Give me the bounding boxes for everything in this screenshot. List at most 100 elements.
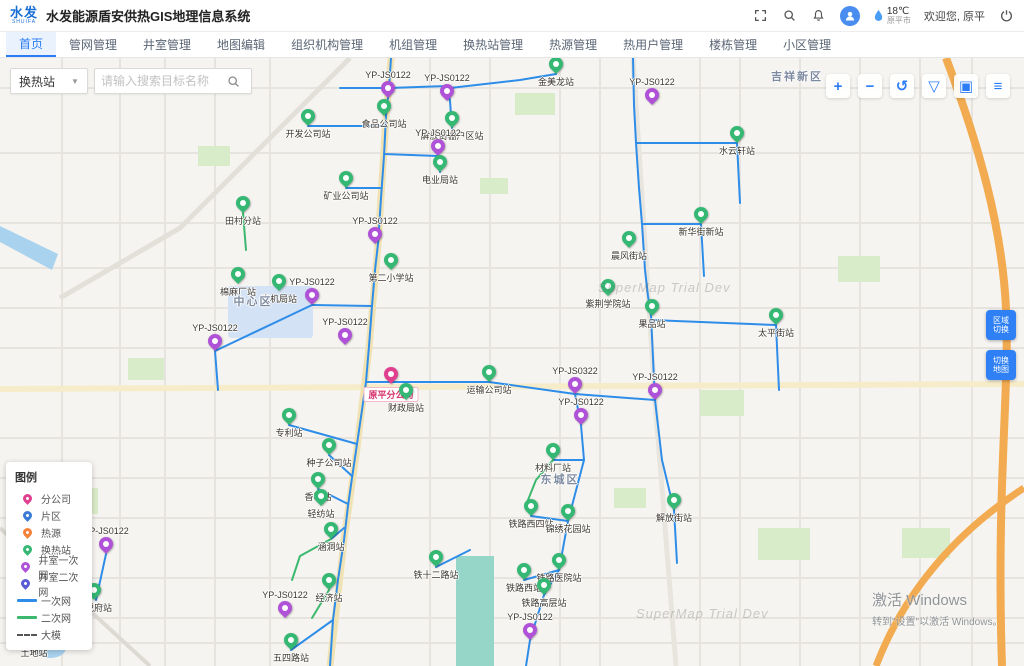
station-pin-icon — [645, 380, 665, 400]
legend-pin-icon — [21, 509, 34, 522]
station-pin-icon — [565, 374, 585, 394]
station-pin-icon — [205, 331, 225, 351]
logo-subtext: SHUIFA — [12, 20, 36, 25]
nav-tab-首页[interactable]: 首页 — [6, 32, 56, 57]
windows-watermark-line2: 转到"设置"以激活 Windows。 — [872, 613, 1002, 628]
station-pin-icon — [426, 547, 446, 567]
station-label: 涵洞站 — [317, 540, 344, 553]
station-pin-icon — [442, 108, 462, 128]
station-label: YP-JS0322 — [552, 366, 598, 376]
zoom-out-button[interactable]: − — [858, 74, 882, 98]
map-controls: +−↺ ▽ ▣ ≡ — [826, 74, 1010, 98]
app-title: 水发能源盾安供热GIS地理信息系统 — [46, 6, 250, 25]
station-pin-icon — [642, 296, 662, 316]
district-label-吉祥新区: 吉祥新区 — [771, 68, 823, 84]
station-label: YP-JS0122 — [558, 397, 604, 407]
station-label: 解放街站 — [656, 511, 692, 524]
region-switch-button[interactable]: 区域切换 — [986, 310, 1016, 340]
station-pin-icon — [381, 250, 401, 270]
station-label: 第二小学站 — [368, 271, 413, 284]
station-label: 经济站 — [315, 591, 342, 604]
legend-line-icon — [17, 599, 37, 602]
station-pin-icon — [727, 123, 747, 143]
temperature-label: 18℃ — [887, 6, 911, 17]
nav-tab-小区管理[interactable]: 小区管理 — [770, 32, 844, 57]
station-pin-icon — [571, 405, 591, 425]
station-pin-icon — [302, 285, 322, 305]
side-buttons: 区域切换切换地图 — [986, 310, 1016, 390]
station-pin-icon — [766, 305, 786, 325]
search-submit-icon[interactable] — [227, 75, 240, 88]
station-pin-icon — [374, 96, 394, 116]
weather-icon — [873, 9, 884, 22]
overview-button[interactable]: ▣ — [954, 74, 978, 98]
nav-tab-地图编辑[interactable]: 地图编辑 — [204, 32, 278, 57]
station-pin-icon — [228, 264, 248, 284]
station-label: 种子公司站 — [306, 456, 351, 469]
map-tile-watermark: SuperMap Trial Dev — [636, 606, 769, 621]
station-pin-icon — [381, 364, 401, 384]
nav-tab-管网管理[interactable]: 管网管理 — [56, 32, 130, 57]
station-label: 铁十二路站 — [413, 568, 458, 581]
search-input-wrap — [94, 68, 252, 94]
station-type-select[interactable]: 换热站 ▼ — [10, 68, 88, 94]
station-label: 财政局站 — [388, 401, 424, 414]
station-pin-icon — [233, 193, 253, 213]
nav-tab-楼栋管理[interactable]: 楼栋管理 — [696, 32, 770, 57]
station-label: YP-JS0122 — [507, 612, 553, 622]
search-input[interactable] — [101, 74, 227, 88]
logout-icon[interactable] — [998, 8, 1014, 24]
chevron-down-icon: ▼ — [71, 77, 79, 86]
station-pin-icon — [281, 630, 301, 650]
station-label: 田村分站 — [225, 214, 261, 227]
nav-tab-组织机构管理[interactable]: 组织机构管理 — [278, 32, 376, 57]
app-logo: 水发 SHUIFA — [10, 6, 38, 25]
station-label: YP-JS0122 — [322, 317, 368, 327]
nav-tab-井室管理[interactable]: 井室管理 — [130, 32, 204, 57]
legend-item-分公司: 分公司 — [15, 490, 83, 507]
station-pin-icon — [319, 570, 339, 590]
nav-tab-机组管理[interactable]: 机组管理 — [376, 32, 450, 57]
station-pin-icon — [335, 325, 355, 345]
station-label: 锦绣花园站 — [545, 522, 590, 535]
bell-icon[interactable] — [811, 8, 827, 24]
station-label: 金美龙站 — [538, 75, 574, 88]
map-area[interactable]: 金美龙站YP-JS0122食品公司站YP-JS0122解放街棚户区站开发公司站水… — [0, 58, 1024, 666]
filter-button[interactable]: ▽ — [922, 74, 946, 98]
fullscreen-icon[interactable] — [753, 8, 769, 24]
weather-widget: 18℃ 原平市 — [873, 6, 911, 26]
station-label: 五四路站 — [273, 651, 309, 664]
station-label: YP-JS0122 — [424, 73, 470, 83]
station-pin-icon — [298, 106, 318, 126]
reset-view-button[interactable]: ↺ — [890, 74, 914, 98]
station-pin-icon — [642, 85, 662, 105]
legend-line-icon — [17, 616, 37, 619]
legend-pin-icon — [21, 543, 34, 556]
station-label: 铁路高层站 — [521, 596, 566, 609]
station-pin-icon — [378, 78, 398, 98]
user-avatar[interactable] — [840, 6, 860, 26]
layer-settings-button[interactable]: ≡ — [986, 74, 1010, 98]
station-label: YP-JS0122 — [629, 77, 675, 87]
station-pin-icon — [546, 58, 566, 74]
station-pin-icon — [619, 228, 639, 248]
nav-tab-热用户管理[interactable]: 热用户管理 — [610, 32, 696, 57]
station-pin-icon — [521, 496, 541, 516]
station-label: 电业局站 — [422, 173, 458, 186]
station-pin-icon — [437, 81, 457, 101]
zoom-in-button[interactable]: + — [826, 74, 850, 98]
station-label: 水云轩站 — [719, 144, 755, 157]
search-icon[interactable] — [782, 8, 798, 24]
station-pin-icon — [321, 519, 341, 539]
nav-tab-热源管理[interactable]: 热源管理 — [536, 32, 610, 57]
station-label: YP-JS0122 — [365, 70, 411, 80]
district-label-中心区: 中心区 — [234, 293, 273, 309]
map-tile-watermark: SuperMap Trial Dev — [598, 280, 731, 295]
station-pin-icon — [430, 152, 450, 172]
station-label: 开发公司站 — [285, 127, 330, 140]
windows-activation-watermark: 激活 Windows 转到"设置"以激活 Windows。 — [872, 589, 1002, 628]
station-label: YP-JS0122 — [262, 590, 308, 600]
nav-tab-换热站管理[interactable]: 换热站管理 — [450, 32, 536, 57]
basemap-switch-button[interactable]: 切换地图 — [986, 350, 1016, 380]
station-label: 食品公司站 — [361, 117, 406, 130]
